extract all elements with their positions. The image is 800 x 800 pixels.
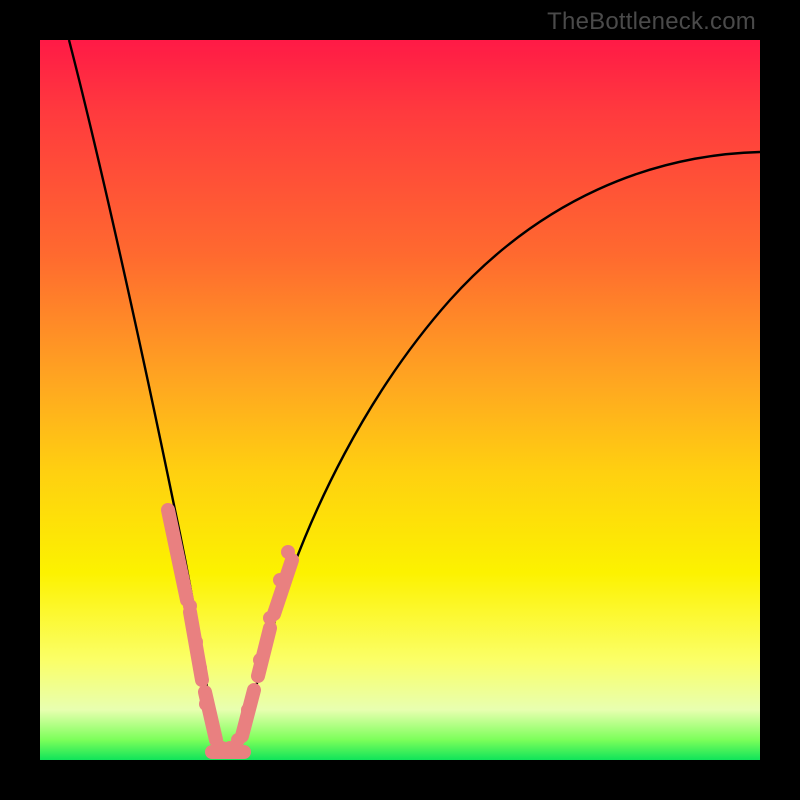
watermark-text: TheBottleneck.com bbox=[547, 8, 756, 36]
curve-layer bbox=[40, 40, 760, 760]
chart-frame: TheBottleneck.com bbox=[0, 0, 800, 800]
highlight-segments bbox=[168, 510, 292, 752]
plot-area bbox=[40, 40, 760, 760]
bottleneck-curve bbox=[69, 40, 760, 756]
